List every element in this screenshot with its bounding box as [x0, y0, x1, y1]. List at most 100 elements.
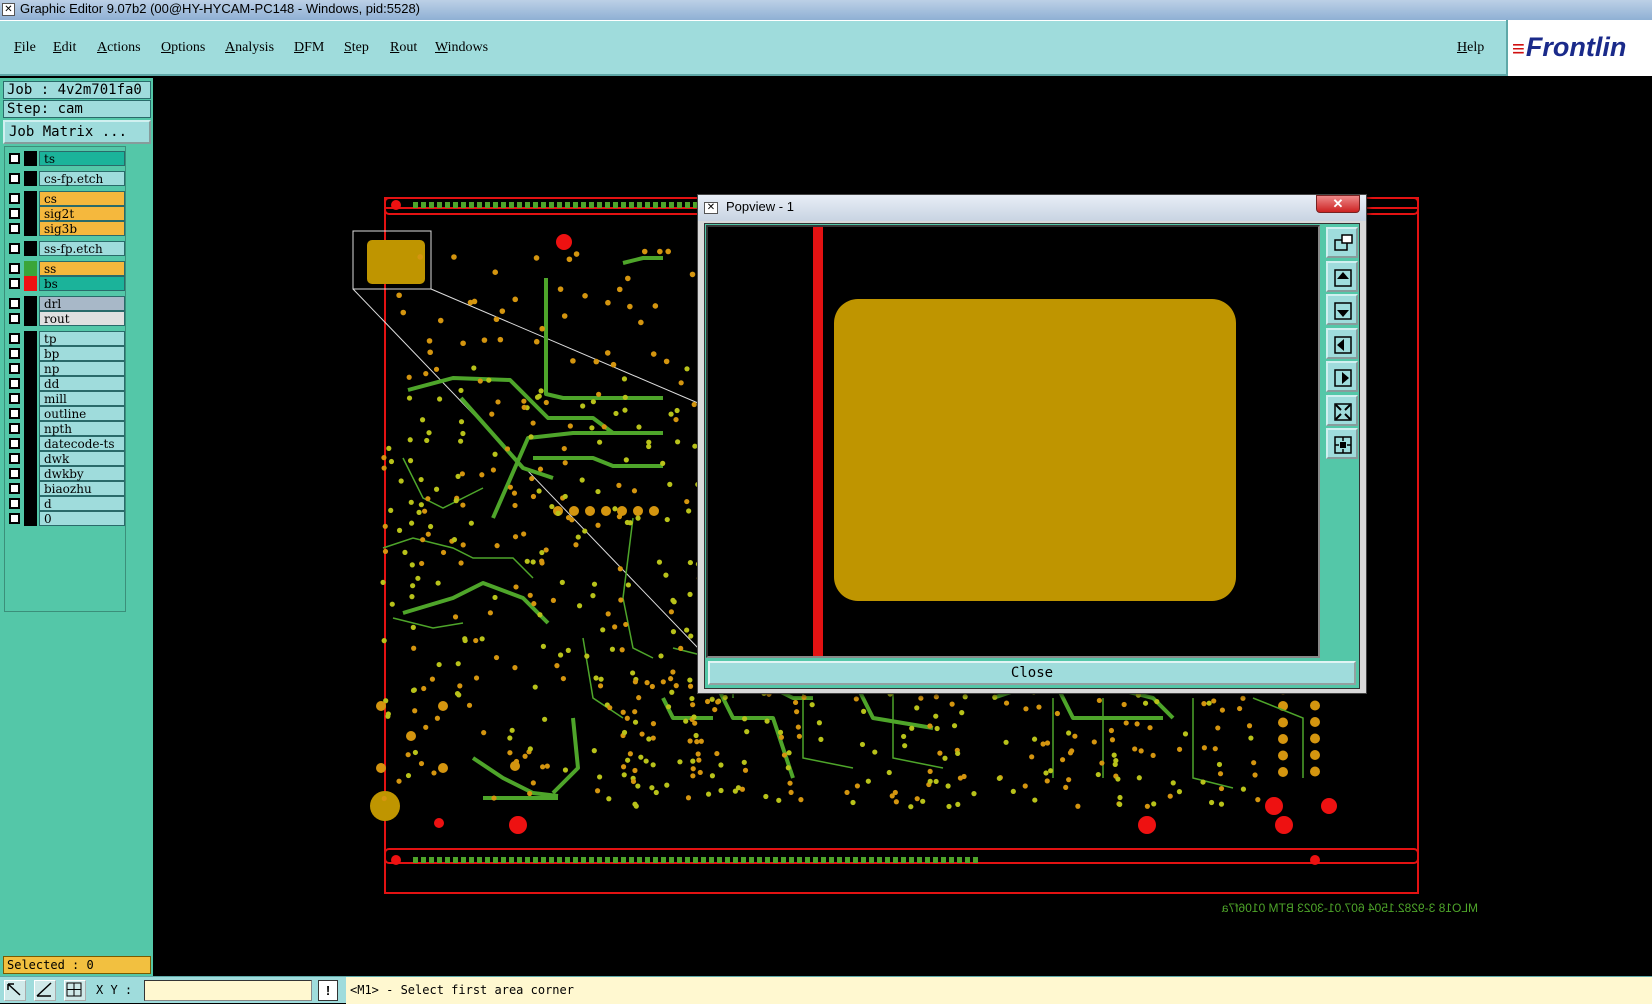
layer-checkbox[interactable] — [9, 513, 20, 524]
layer-checkbox[interactable] — [9, 278, 20, 289]
layer-color-swatch[interactable] — [24, 296, 37, 311]
layer-name[interactable]: sig2t — [39, 206, 125, 221]
layer-row-datecode-ts[interactable]: datecode-ts — [7, 436, 125, 451]
layer-color-swatch[interactable] — [24, 451, 37, 466]
layer-checkbox[interactable] — [9, 378, 20, 389]
layer-name[interactable]: d — [39, 496, 125, 511]
layer-row-ts[interactable]: ts — [7, 151, 125, 166]
layer-checkbox[interactable] — [9, 498, 20, 509]
layer-name[interactable]: drl — [39, 296, 125, 311]
layer-color-swatch[interactable] — [24, 311, 37, 326]
layer-color-swatch[interactable] — [24, 171, 37, 186]
layer-color-swatch[interactable] — [24, 466, 37, 481]
menu-options[interactable]: Options — [161, 40, 205, 56]
zoom-fit-button[interactable] — [1326, 394, 1358, 426]
menu-dfm[interactable]: DFM — [294, 40, 324, 56]
pan-right-button[interactable] — [1326, 361, 1358, 392]
layer-color-swatch[interactable] — [24, 346, 37, 361]
layer-color-swatch[interactable] — [24, 436, 37, 451]
layer-checkbox[interactable] — [9, 438, 20, 449]
grid-tool-button[interactable] — [64, 980, 86, 1001]
layer-checkbox[interactable] — [9, 243, 20, 254]
layer-row-cs-fp.etch[interactable]: cs-fp.etch — [7, 171, 125, 186]
zoom-out-button[interactable] — [1326, 294, 1358, 325]
layer-row-outline[interactable]: outline — [7, 406, 125, 421]
layer-row-dwkby[interactable]: dwkby — [7, 466, 125, 481]
layer-color-swatch[interactable] — [24, 481, 37, 496]
layer-row-0[interactable]: 0 — [7, 511, 125, 526]
layer-row-sig3b[interactable]: sig3b — [7, 221, 125, 236]
layer-name[interactable]: dwk — [39, 451, 125, 466]
layer-color-swatch[interactable] — [24, 421, 37, 436]
measure-tool-button[interactable] — [34, 980, 56, 1001]
layer-name[interactable]: cs-fp.etch — [39, 171, 125, 186]
layer-checkbox[interactable] — [9, 423, 20, 434]
zoom-home-button[interactable] — [1326, 428, 1358, 459]
menu-rout[interactable]: Rout — [390, 40, 417, 56]
layer-name[interactable]: dd — [39, 376, 125, 391]
pan-left-button[interactable] — [1326, 327, 1358, 359]
layer-checkbox[interactable] — [9, 393, 20, 404]
layer-checkbox[interactable] — [9, 263, 20, 274]
layer-checkbox[interactable] — [9, 223, 20, 234]
layer-color-swatch[interactable] — [24, 206, 37, 221]
popview-close-button[interactable]: Close — [708, 661, 1356, 685]
layer-checkbox[interactable] — [9, 408, 20, 419]
layer-row-bp[interactable]: bp — [7, 346, 125, 361]
menu-file[interactable]: File — [14, 40, 36, 56]
layer-row-biaozhu[interactable]: biaozhu — [7, 481, 125, 496]
layer-color-swatch[interactable] — [24, 276, 37, 291]
layer-row-tp[interactable]: tp — [7, 331, 125, 346]
layer-color-swatch[interactable] — [24, 261, 37, 276]
layer-row-bs[interactable]: bs — [7, 276, 125, 291]
layer-name[interactable]: tp — [39, 331, 125, 346]
layer-row-dwk[interactable]: dwk — [7, 451, 125, 466]
layer-name[interactable]: ts — [39, 151, 125, 166]
layer-checkbox[interactable] — [9, 298, 20, 309]
layer-name[interactable]: biaozhu — [39, 481, 125, 496]
layer-color-swatch[interactable] — [24, 511, 37, 526]
layer-name[interactable]: bs — [39, 276, 125, 291]
layer-color-swatch[interactable] — [24, 406, 37, 421]
menu-edit[interactable]: Edit — [53, 40, 76, 56]
layer-color-swatch[interactable] — [24, 221, 37, 236]
layer-color-swatch[interactable] — [24, 151, 37, 166]
layer-row-mill[interactable]: mill — [7, 391, 125, 406]
layer-name[interactable]: 0 — [39, 511, 125, 526]
layer-name[interactable]: ss-fp.etch — [39, 241, 125, 256]
layer-color-swatch[interactable] — [24, 361, 37, 376]
menu-analysis[interactable]: Analysis — [225, 40, 274, 56]
layer-row-dd[interactable]: dd — [7, 376, 125, 391]
layer-checkbox[interactable] — [9, 313, 20, 324]
menu-windows[interactable]: Windows — [435, 40, 488, 56]
layer-row-cs[interactable]: cs — [7, 191, 125, 206]
layer-name[interactable]: outline — [39, 406, 125, 421]
layer-name[interactable]: dwkby — [39, 466, 125, 481]
layer-checkbox[interactable] — [9, 363, 20, 374]
layer-checkbox[interactable] — [9, 173, 20, 184]
select-tool-button[interactable] — [4, 980, 26, 1001]
layer-name[interactable]: ss — [39, 261, 125, 276]
menu-actions[interactable]: Actions — [97, 40, 141, 56]
layer-color-swatch[interactable] — [24, 376, 37, 391]
layer-name[interactable]: cs — [39, 191, 125, 206]
layer-row-np[interactable]: np — [7, 361, 125, 376]
layer-row-ss-fp.etch[interactable]: ss-fp.etch — [7, 241, 125, 256]
layer-checkbox[interactable] — [9, 333, 20, 344]
layer-name[interactable]: np — [39, 361, 125, 376]
popview-canvas[interactable] — [706, 225, 1320, 658]
layer-row-rout[interactable]: rout — [7, 311, 125, 326]
layer-row-npth[interactable]: npth — [7, 421, 125, 436]
layer-color-swatch[interactable] — [24, 391, 37, 406]
alert-button[interactable]: ! — [318, 980, 338, 1001]
layer-name[interactable]: bp — [39, 346, 125, 361]
layer-name[interactable]: mill — [39, 391, 125, 406]
layer-row-ss[interactable]: ss — [7, 261, 125, 276]
layer-color-swatch[interactable] — [24, 241, 37, 256]
layer-color-swatch[interactable] — [24, 331, 37, 346]
layer-name[interactable]: datecode-ts — [39, 436, 125, 451]
layer-checkbox[interactable] — [9, 208, 20, 219]
menu-help[interactable]: Help — [1457, 40, 1484, 56]
layer-checkbox[interactable] — [9, 483, 20, 494]
zoom-in-button[interactable] — [1326, 260, 1358, 292]
